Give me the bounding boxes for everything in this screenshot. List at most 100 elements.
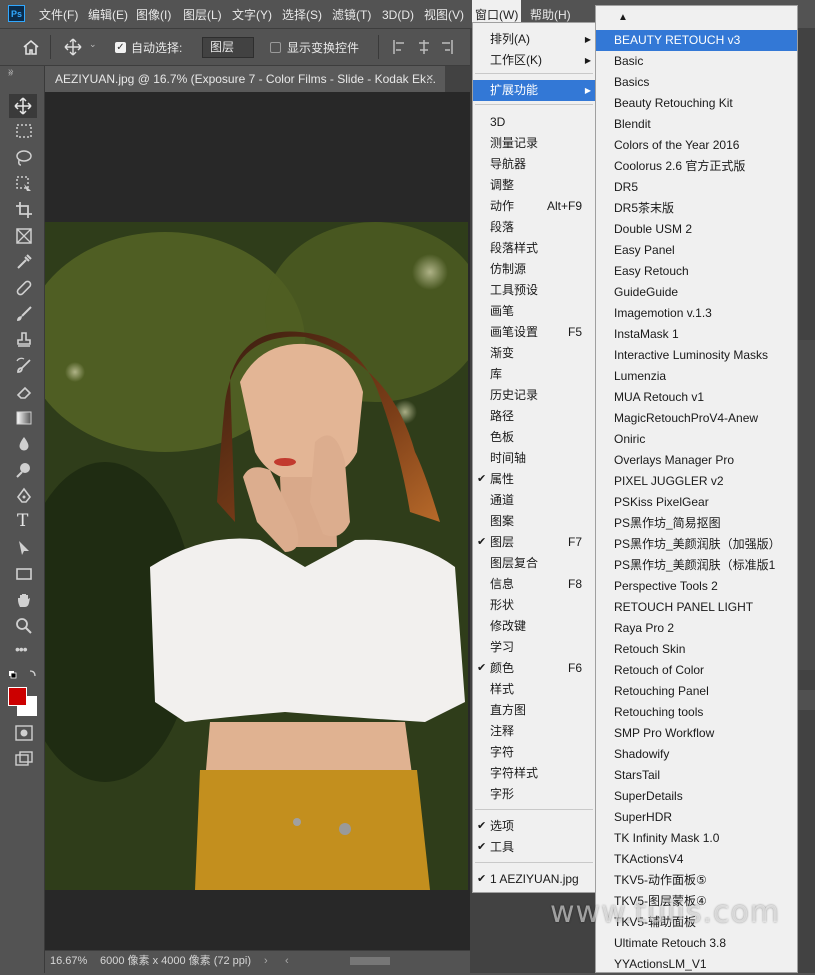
window-menu-item[interactable]: 注释: [473, 721, 595, 742]
window-menu-item[interactable]: 调整: [473, 175, 595, 196]
menu-layer[interactable]: 图层(L): [183, 0, 222, 28]
marquee-tool-icon[interactable]: [15, 123, 33, 139]
window-menu-item[interactable]: ✔ 工具: [473, 837, 595, 858]
window-menu-item[interactable]: 字符样式: [473, 763, 595, 784]
window-menu-item[interactable]: 段落样式: [473, 238, 595, 259]
quick-mask-icon[interactable]: [15, 725, 33, 741]
extension-menu-item[interactable]: Colors of the Year 2016: [596, 135, 797, 156]
window-menu-item[interactable]: ✔ 图层 F7: [473, 532, 595, 553]
window-menu-item[interactable]: 修改键: [473, 616, 595, 637]
extension-menu-item[interactable]: Oniric: [596, 429, 797, 450]
extension-menu-item[interactable]: BEAUTY RETOUCH v3: [596, 30, 797, 51]
window-menu-item[interactable]: 库: [473, 364, 595, 385]
foreground-color-swatch[interactable]: [8, 687, 27, 706]
menu-image[interactable]: 图像(I): [136, 0, 171, 28]
brush-tool-icon[interactable]: [15, 305, 33, 323]
extension-menu-item[interactable]: Beauty Retouching Kit: [596, 93, 797, 114]
more-tools-icon[interactable]: •••: [15, 641, 28, 657]
menu-edit[interactable]: 编辑(E): [88, 0, 128, 28]
window-menu-item[interactable]: 路径: [473, 406, 595, 427]
window-menu-item[interactable]: 动作 Alt+F9: [473, 196, 595, 217]
blur-tool-icon[interactable]: [15, 435, 33, 453]
window-menu-item[interactable]: 历史记录: [473, 385, 595, 406]
extension-menu-item[interactable]: Easy Retouch: [596, 261, 797, 282]
window-menu-item[interactable]: 样式: [473, 679, 595, 700]
menu-3d[interactable]: 3D(D): [382, 0, 414, 28]
screen-mode-icon[interactable]: [15, 751, 33, 767]
extension-menu-item[interactable]: Basic: [596, 51, 797, 72]
history-brush-tool-icon[interactable]: [15, 357, 33, 375]
document-tab[interactable]: AEZIYUAN.jpg @ 16.7% (Exposure 7 - Color…: [45, 66, 445, 92]
scroll-left-icon[interactable]: ‹: [285, 951, 289, 972]
extension-menu-item[interactable]: Imagemotion v.1.3: [596, 303, 797, 324]
extension-menu-item[interactable]: Blendit: [596, 114, 797, 135]
extension-menu-item[interactable]: SuperHDR: [596, 807, 797, 828]
window-menu-item[interactable]: 图层复合: [473, 553, 595, 574]
extension-menu-item[interactable]: Perspective Tools 2: [596, 576, 797, 597]
menu-select[interactable]: 选择(S): [282, 0, 322, 28]
show-transform-checkbox[interactable]: [270, 42, 281, 53]
window-menu-item[interactable]: 渐变: [473, 343, 595, 364]
extension-menu-item[interactable]: PS黑作坊_简易抠图: [596, 513, 797, 534]
extension-menu-item[interactable]: Retouch of Color: [596, 660, 797, 681]
scroll-up-icon[interactable]: ▲: [618, 12, 628, 23]
zoom-tool-icon[interactable]: [15, 617, 33, 635]
window-menu-item[interactable]: 字形: [473, 784, 595, 805]
panel-toggle-icon[interactable]: »: [8, 66, 14, 77]
extension-menu-item[interactable]: Ultimate Retouch 3.8: [596, 933, 797, 954]
rectangle-tool-icon[interactable]: [15, 565, 33, 583]
window-menu-item[interactable]: 排列(A) ▶: [473, 29, 595, 50]
layer-select[interactable]: 图层: [202, 37, 254, 58]
status-arrow-icon[interactable]: ›: [264, 951, 268, 972]
align-icons[interactable]: [392, 39, 464, 55]
object-select-tool-icon[interactable]: [15, 175, 33, 193]
panel-scrollbar[interactable]: [798, 340, 815, 670]
extension-menu-item[interactable]: MagicRetouchProV4-Anew: [596, 408, 797, 429]
extension-menu-item[interactable]: YYActionsLM_V1: [596, 954, 797, 975]
window-menu-item[interactable]: ✔ 属性: [473, 469, 595, 490]
menu-view[interactable]: 视图(V): [424, 0, 464, 28]
home-icon[interactable]: [22, 39, 40, 55]
dodge-tool-icon[interactable]: [15, 461, 33, 479]
window-menu-item[interactable]: ✔ 选项: [473, 816, 595, 837]
eraser-tool-icon[interactable]: [15, 383, 33, 401]
eyedropper-tool-icon[interactable]: [15, 253, 33, 271]
window-menu-item[interactable]: ✔ 1 AEZIYUAN.jpg: [473, 869, 595, 890]
extension-menu-item[interactable]: StarsTail: [596, 765, 797, 786]
window-menu-item[interactable]: 扩展功能 ▶: [473, 80, 595, 101]
extension-menu-item[interactable]: Retouching Panel: [596, 681, 797, 702]
frame-tool-icon[interactable]: [15, 227, 33, 245]
extension-menu-item[interactable]: Lumenzia: [596, 366, 797, 387]
window-menu-item[interactable]: 通道: [473, 490, 595, 511]
chevron-down-icon[interactable]: ⌄: [89, 39, 97, 50]
extension-menu-item[interactable]: PS黑作坊_美颜润肤（标准版1: [596, 555, 797, 576]
extension-menu-item[interactable]: Shadowify: [596, 744, 797, 765]
window-menu-item[interactable]: 段落: [473, 217, 595, 238]
menu-type[interactable]: 文字(Y): [232, 0, 272, 28]
extension-menu-item[interactable]: DR5茶末版: [596, 198, 797, 219]
extension-menu-item[interactable]: DR5: [596, 177, 797, 198]
window-menu-item[interactable]: 色板: [473, 427, 595, 448]
extension-menu-item[interactable]: Raya Pro 2: [596, 618, 797, 639]
extension-menu-item[interactable]: PSKiss PixelGear: [596, 492, 797, 513]
window-menu-item[interactable]: 3D: [473, 112, 595, 133]
zoom-level[interactable]: 16.67%: [50, 951, 87, 972]
extension-menu-item[interactable]: Basics: [596, 72, 797, 93]
window-menu-item[interactable]: 时间轴: [473, 448, 595, 469]
window-menu-item[interactable]: ✔ 颜色 F6: [473, 658, 595, 679]
close-tab-icon[interactable]: ×: [426, 70, 434, 85]
extension-menu-item[interactable]: Coolorus 2.6 官方正式版: [596, 156, 797, 177]
extension-menu-item[interactable]: Overlays Manager Pro: [596, 450, 797, 471]
lasso-tool-icon[interactable]: [15, 149, 33, 167]
window-menu-item[interactable]: 直方图: [473, 700, 595, 721]
extension-menu-item[interactable]: RETOUCH PANEL LIGHT: [596, 597, 797, 618]
menu-filter[interactable]: 滤镜(T): [332, 0, 371, 28]
extension-menu-item[interactable]: TKActionsV4: [596, 849, 797, 870]
gradient-tool-icon[interactable]: [15, 409, 33, 427]
window-menu-item[interactable]: 字符: [473, 742, 595, 763]
window-menu-item[interactable]: 工作区(K) ▶: [473, 50, 595, 71]
extension-menu-item[interactable]: Double USM 2: [596, 219, 797, 240]
hand-tool-icon[interactable]: [15, 591, 33, 609]
extension-menu-item[interactable]: PS黑作坊_美颜润肤（加强版）: [596, 534, 797, 555]
crop-tool-icon[interactable]: [15, 201, 33, 219]
